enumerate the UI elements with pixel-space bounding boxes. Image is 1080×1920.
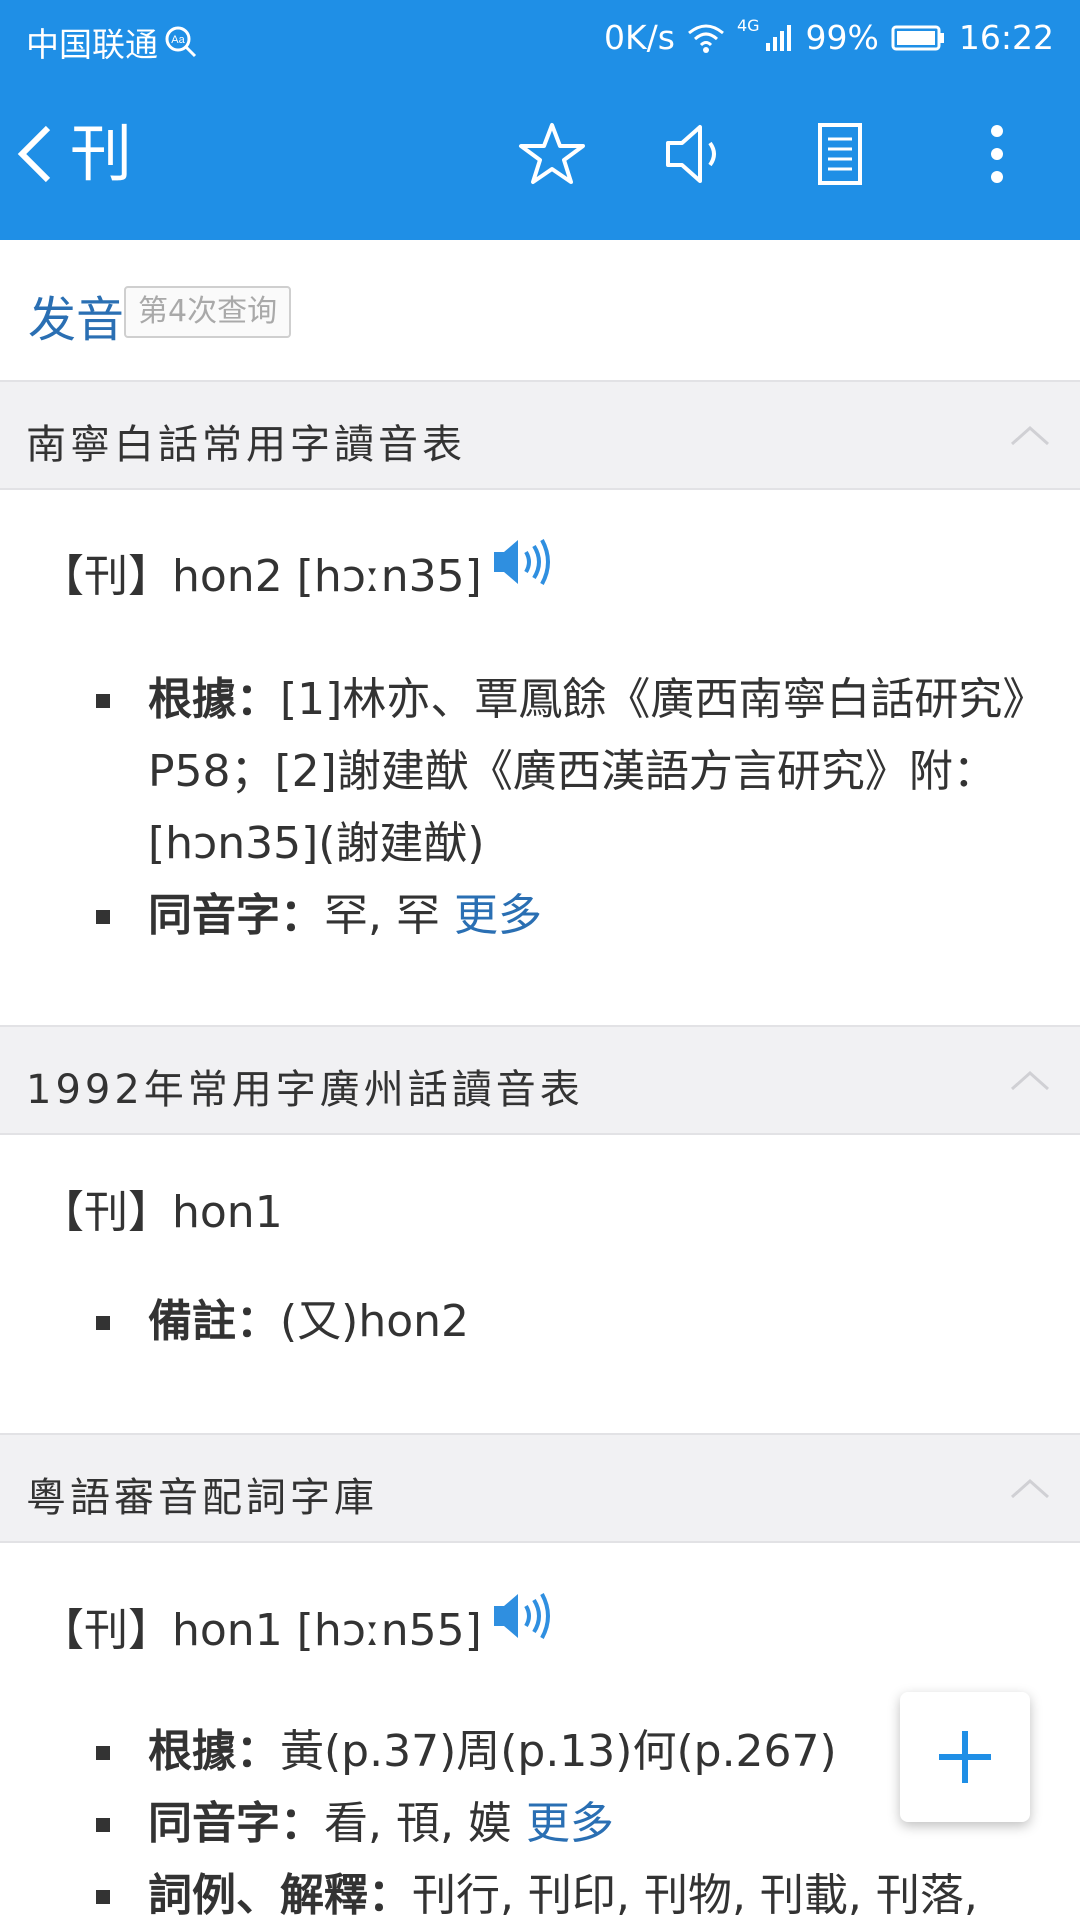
item-text: 刊行, 刊印, 刊物, 刊載, 刊落, xyxy=(412,1870,978,1920)
status-left: 中国联通 Aa xyxy=(26,18,198,66)
net-speed: 0K/s xyxy=(604,18,675,57)
battery-percent: 99% xyxy=(805,18,879,57)
item-label: 備註： xyxy=(148,1296,280,1347)
more-link[interactable]: 更多 xyxy=(526,1798,614,1849)
entry-text: 【刊】hon2 [hɔːn35] xyxy=(40,551,482,602)
bullet-square xyxy=(96,1890,110,1904)
entry-text: 【刊】hon1 xyxy=(40,1187,283,1238)
status-right: 0K/s 4G 99% 16:22 xyxy=(604,16,1054,57)
more-options-button[interactable] xyxy=(955,112,1039,196)
speaker-blue-icon xyxy=(493,539,550,585)
wifi-icon xyxy=(688,24,724,53)
section-header-cantonese-words[interactable]: 粵語審音配詞字庫 xyxy=(0,1433,1080,1543)
status-bar: 中国联通 Aa 0K/s 4G 99% 16:22 xyxy=(0,0,1080,74)
entry-heading: 【刊】hon1 [hɔːn55] xyxy=(40,1593,554,1658)
entry-heading: 【刊】hon1 xyxy=(40,1176,283,1240)
item-label: 同音字： xyxy=(148,890,324,941)
list-item: 備註：(又)hon2 xyxy=(0,1286,1080,1358)
more-link[interactable]: 更多 xyxy=(454,890,542,941)
bullet-square xyxy=(96,1746,110,1760)
star-icon xyxy=(519,123,585,184)
section-title: 南寧白話常用字讀音表 xyxy=(26,422,466,468)
item-label: 根據： xyxy=(148,1726,280,1777)
add-button[interactable] xyxy=(900,1692,1030,1822)
notes-button[interactable] xyxy=(798,112,882,196)
play-pronunciation-button[interactable] xyxy=(490,534,554,590)
more-vertical-icon xyxy=(991,125,1003,183)
item-text: 黃(p.37)周(p.13)何(p.267) xyxy=(280,1726,837,1777)
detail-list: 備註：(又)hon2 xyxy=(0,1286,1080,1358)
item-label: 同音字： xyxy=(148,1798,324,1849)
bullet-square xyxy=(96,694,110,708)
entry-text: 【刊】hon1 [hɔːn55] xyxy=(40,1605,482,1656)
item-text: [1]林亦、覃鳳餘《廣西南寧白話研究》P58；[2]謝建猷《廣西漢語方言研究》附… xyxy=(148,674,1047,869)
item-label: 詞例、解釋： xyxy=(148,1870,412,1920)
item-text: 罕, 罕 xyxy=(324,890,454,941)
bullet-square xyxy=(96,1818,110,1832)
back-button[interactable] xyxy=(10,114,70,194)
section-title: 1992年常用字廣州話讀音表 xyxy=(26,1067,584,1113)
speaker-icon xyxy=(666,125,716,183)
item-label: 根據： xyxy=(148,674,280,725)
speaker-blue-icon xyxy=(493,1593,550,1639)
favorite-button[interactable] xyxy=(510,112,594,196)
signal-icon xyxy=(765,24,791,51)
document-icon xyxy=(818,123,862,185)
network-type: 4G xyxy=(736,16,760,35)
toolbar: 刊 xyxy=(0,74,1080,240)
app-bar: 中国联通 Aa 0K/s 4G 99% 16:22 刊 xyxy=(0,0,1080,240)
list-item: 同音字：罕, 罕 更多 xyxy=(0,880,1080,952)
search-aa-icon: Aa xyxy=(165,26,197,58)
list-item: 根據：[1]林亦、覃鳳餘《廣西南寧白話研究》P58；[2]謝建猷《廣西漢語方言研… xyxy=(0,664,1080,880)
page-title: 刊 xyxy=(70,117,133,190)
battery-icon xyxy=(891,25,944,50)
query-count-badge: 第4次查询 xyxy=(124,286,292,338)
plus-icon xyxy=(939,1731,991,1783)
item-text: 看, 頇, 嫫 xyxy=(324,1798,526,1849)
bullet-square xyxy=(96,910,110,924)
list-item: 詞例、解釋：刊行, 刊印, 刊物, 刊載, 刊落, xyxy=(0,1860,1080,1920)
carrier-name: 中国联通 xyxy=(26,25,158,64)
section-title: 粵語審音配詞字庫 xyxy=(26,1475,378,1521)
chevron-up-icon xyxy=(1011,1070,1049,1091)
clock: 16:22 xyxy=(958,18,1054,57)
detail-list: 根據：[1]林亦、覃鳳餘《廣西南寧白話研究》P58；[2]謝建猷《廣西漢語方言研… xyxy=(0,664,1080,952)
section-header-guangzhou[interactable]: 1992年常用字廣州話讀音表 xyxy=(0,1025,1080,1135)
chevron-up-icon xyxy=(1011,1478,1049,1499)
entry-heading: 【刊】hon2 [hɔːn35] xyxy=(40,539,554,604)
chevron-up-icon xyxy=(1011,425,1049,446)
play-pronunciation-button[interactable] xyxy=(490,1588,554,1644)
svg-text:Aa: Aa xyxy=(171,34,185,46)
bullet-square xyxy=(96,1316,110,1330)
back-icon xyxy=(17,125,51,183)
section-header-nanning[interactable]: 南寧白話常用字讀音表 xyxy=(0,380,1080,490)
item-text: (又)hon2 xyxy=(280,1296,470,1347)
play-audio-button[interactable] xyxy=(655,112,739,196)
pronunciation-title: 发音 xyxy=(28,292,125,348)
pronunciation-header: 发音 第4次查询 xyxy=(0,240,1080,380)
